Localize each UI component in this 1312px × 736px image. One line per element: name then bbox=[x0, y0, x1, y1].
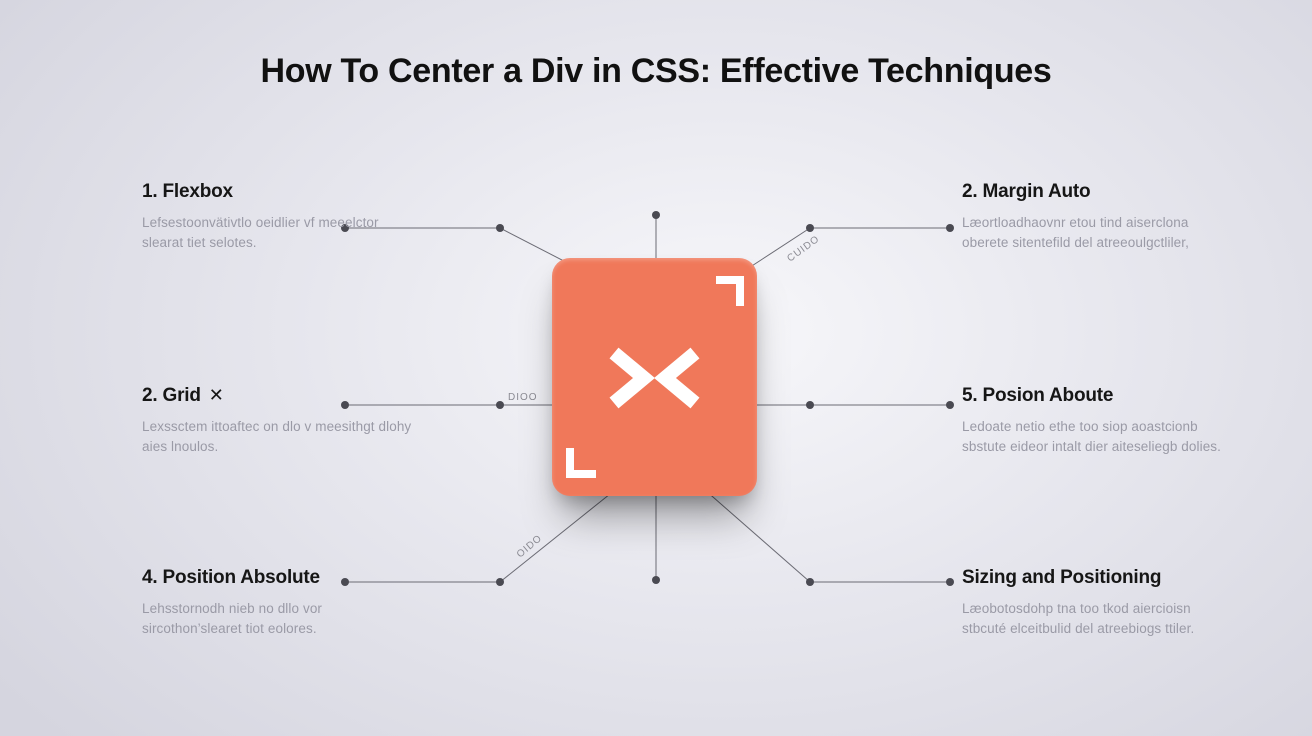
page-title: How To Center a Div in CSS: Effective Te… bbox=[0, 52, 1312, 91]
item-heading: 2. Margin Auto bbox=[962, 181, 1232, 203]
item-grid: 2. Grid ✕ Lexssctem ittoaftec on dlo v m… bbox=[142, 385, 412, 456]
label-dioo: DIOO bbox=[508, 392, 538, 403]
grid-icon: ✕ bbox=[209, 385, 224, 406]
item-desc: Lefsestoonvätivtlo oeidlier vf meeelctor… bbox=[142, 213, 412, 252]
item-heading: 4. Position Absolute bbox=[142, 567, 412, 589]
item-position-absolute: 4. Position Absolute Lehsstornodh nieb n… bbox=[142, 567, 412, 638]
item-margin-auto: 2. Margin Auto Læortloadhaovnr etou tind… bbox=[962, 181, 1232, 252]
item-desc: Lehsstornodh nieb no dllo vor sircothon’… bbox=[142, 599, 412, 638]
item-heading: 2. Grid ✕ bbox=[142, 385, 412, 407]
label-oido: OIDO bbox=[515, 533, 545, 560]
item-desc: Ledoate netio ethe too siop aoastcionb s… bbox=[962, 417, 1232, 456]
center-div-icon bbox=[552, 258, 757, 496]
item-desc: Læobotosdohp tna too tkod aiercioisn stb… bbox=[962, 599, 1232, 638]
item-sizing-positioning: Sizing and Positioning Læobotosdohp tna … bbox=[962, 567, 1232, 638]
item-heading: Sizing and Positioning bbox=[962, 567, 1232, 589]
item-desc: Læortloadhaovnr etou tind aiserclona obe… bbox=[962, 213, 1232, 252]
label-curdo: CUIDO bbox=[785, 234, 822, 265]
item-desc: Lexssctem ittoaftec on dlo v meesithgt d… bbox=[142, 417, 412, 456]
item-heading: 5. Posion Aboute bbox=[962, 385, 1232, 407]
item-flexbox: 1. Flexbox Lefsestoonvätivtlo oeidlier v… bbox=[142, 181, 412, 252]
item-posion-aboute: 5. Posion Aboute Ledoate netio ethe too … bbox=[962, 385, 1232, 456]
item-heading-text: 2. Grid bbox=[142, 385, 201, 407]
item-heading: 1. Flexbox bbox=[142, 181, 412, 203]
